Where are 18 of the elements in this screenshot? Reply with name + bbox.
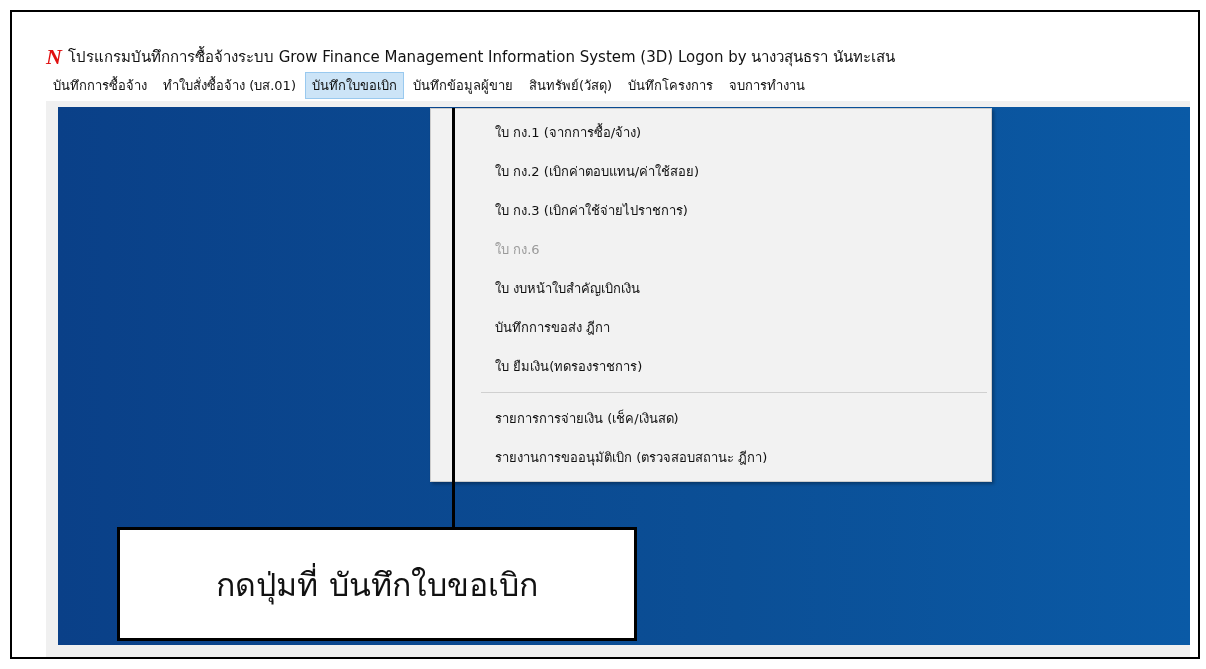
- menu-item[interactable]: บันทึกใบขอเบิก: [304, 72, 404, 99]
- menu-item[interactable]: ทำใบสั่งซื้อจ้าง (บส.01): [156, 72, 303, 99]
- dropdown-item[interactable]: ใบ กง.2 (เบิกค่าตอบแทน/ค่าใช้สอย): [431, 152, 991, 191]
- app-logo: N: [46, 46, 62, 68]
- dropdown-item[interactable]: บันทึกการขอส่ง ฎีกา: [431, 308, 991, 347]
- menu-item[interactable]: บันทึกข้อมูลผู้ขาย: [405, 72, 520, 99]
- dropdown-item[interactable]: ใบ ยืมเงิน(ทดรองราชการ): [431, 347, 991, 386]
- menu-item[interactable]: สินทรัพย์(วัสดุ): [521, 72, 620, 99]
- dropdown-item[interactable]: ใบ กง.3 (เบิกค่าใช้จ่ายไปราชการ): [431, 191, 991, 230]
- dropdown-item[interactable]: รายการการจ่ายเงิน (เช็ค/เงินสด): [431, 399, 991, 438]
- window-title: โปรแกรมบันทึกการซื้อจ้างระบบ Grow Finance Management Information System (3D) Logon by นางวสุนธรา นันทะเสน: [67, 45, 896, 69]
- menu-item[interactable]: บันทึกโครงการ: [621, 72, 721, 99]
- dropdown-item[interactable]: ใบ กง.1 (จากการซื้อ/จ้าง): [431, 113, 991, 152]
- callout-text: กดปุ่มที่ บันทึกใบขอเบิก: [216, 562, 538, 607]
- menu-item[interactable]: บันทึกการซื้อจ้าง: [46, 72, 154, 99]
- menu-item[interactable]: จบการทำงาน: [722, 72, 813, 99]
- dropdown-item[interactable]: ใบ งบหน้าใบสำคัญเบิกเงิน: [431, 269, 991, 308]
- dropdown-item[interactable]: รายงานการขออนุมัติเบิก (ตรวจสอบสถานะ ฎีกา): [431, 438, 991, 477]
